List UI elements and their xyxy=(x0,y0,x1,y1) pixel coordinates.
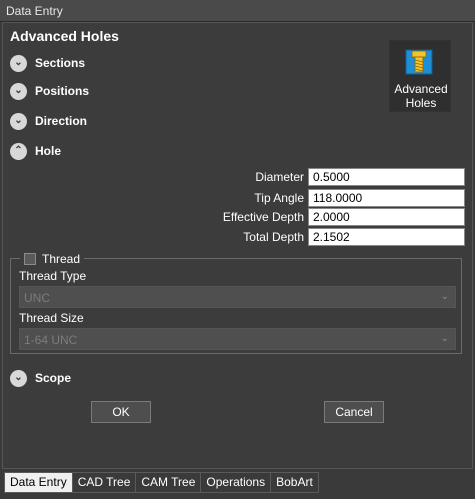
cancel-button[interactable]: Cancel xyxy=(324,401,384,423)
ok-button[interactable]: OK xyxy=(91,401,151,423)
section-direction[interactable]: ⌄ Direction xyxy=(10,111,87,131)
section-label: Positions xyxy=(35,84,90,98)
tab-bobart[interactable]: BobArt xyxy=(271,472,319,493)
tab-cad-tree[interactable]: CAD Tree xyxy=(72,472,137,493)
section-scope[interactable]: ⌄ Scope xyxy=(10,368,71,388)
section-label: Sections xyxy=(35,56,86,70)
section-label: Direction xyxy=(35,114,88,128)
section-positions[interactable]: ⌄ Positions xyxy=(10,81,89,101)
thread-type-value: UNC xyxy=(24,291,50,305)
total-depth-row: Total Depth 2.1502 xyxy=(0,228,475,246)
thread-size-value: 1-64 UNC xyxy=(24,333,78,347)
thread-size-label: Thread Size xyxy=(19,311,84,325)
thread-type-select[interactable]: UNC ⌄ xyxy=(19,286,456,308)
thread-label: Thread xyxy=(42,252,81,266)
section-hole[interactable]: ⌃ Hole xyxy=(10,141,61,161)
tip-angle-input[interactable]: 118.0000 xyxy=(308,189,465,207)
chevron-up-icon: ⌃ xyxy=(10,142,27,160)
diameter-row: Diameter 0.5000 xyxy=(0,168,475,186)
thread-size-select[interactable]: 1-64 UNC ⌄ xyxy=(19,328,456,350)
chevron-down-icon: ⌄ xyxy=(10,112,27,130)
total-depth-label: Total Depth xyxy=(243,230,304,244)
diameter-label: Diameter xyxy=(255,170,304,184)
chevron-down-icon: ⌄ xyxy=(10,82,27,100)
chevron-down-icon: ⌄ xyxy=(10,369,27,387)
page-title: Advanced Holes xyxy=(10,28,119,44)
total-depth-input[interactable]: 2.1502 xyxy=(308,228,465,246)
tab-operations[interactable]: Operations xyxy=(201,472,272,493)
diameter-input[interactable]: 0.5000 xyxy=(308,168,465,186)
bottom-tab-bar: Data Entry CAD Tree CAM Tree Operations … xyxy=(4,472,319,493)
tab-data-entry[interactable]: Data Entry xyxy=(4,472,73,493)
effective-depth-row: Effective Depth 2.0000 xyxy=(0,208,475,226)
section-label: Scope xyxy=(35,371,72,385)
effective-depth-label: Effective Depth xyxy=(222,210,304,224)
thread-type-label: Thread Type xyxy=(19,269,87,283)
tip-angle-label: Tip Angle xyxy=(254,191,304,205)
window-titlebar: Data Entry xyxy=(0,0,475,22)
chevron-down-icon: ⌄ xyxy=(10,54,27,72)
tab-cam-tree[interactable]: CAM Tree xyxy=(136,472,202,493)
chevron-down-icon: ⌄ xyxy=(440,333,449,344)
section-label: Hole xyxy=(35,144,62,158)
advanced-holes-tool-button[interactable]: Advanced Holes xyxy=(389,40,451,112)
tool-label-line2: Holes xyxy=(405,96,437,110)
window-title: Data Entry xyxy=(6,4,63,18)
thread-toggle[interactable]: Thread xyxy=(20,251,85,267)
tip-angle-row: Tip Angle 118.0000 xyxy=(0,189,475,207)
advanced-holes-icon xyxy=(405,49,433,75)
section-sections[interactable]: ⌄ Sections xyxy=(10,53,85,73)
effective-depth-input[interactable]: 2.0000 xyxy=(308,208,465,226)
tool-label-line1: Advanced xyxy=(394,82,448,96)
thread-checkbox[interactable] xyxy=(24,253,36,265)
chevron-down-icon: ⌄ xyxy=(440,291,449,302)
